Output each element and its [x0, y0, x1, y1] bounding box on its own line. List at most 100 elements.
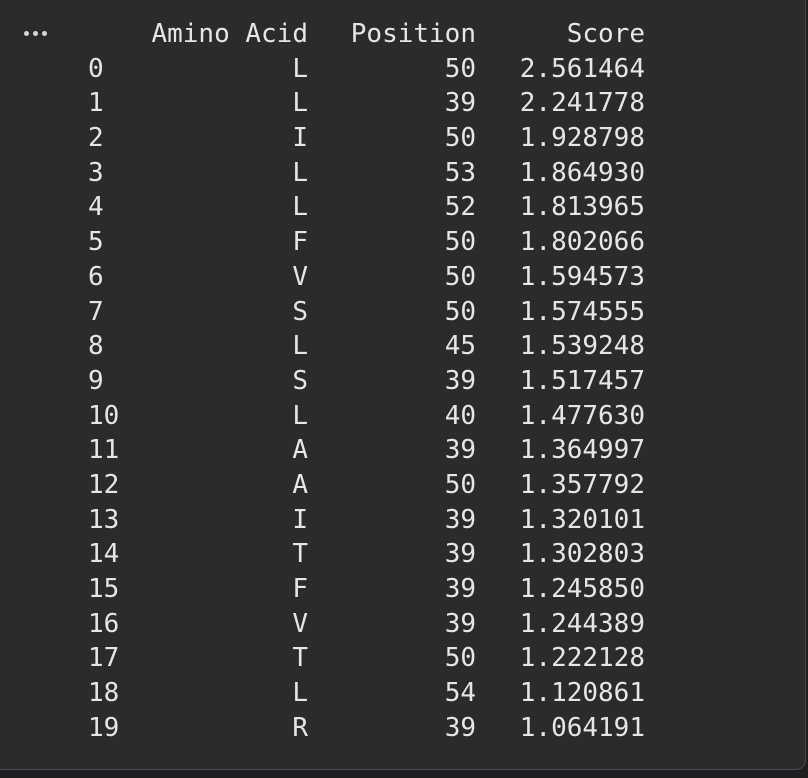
row-index: 1: [88, 88, 104, 119]
table-row: 13 I 39 1.320101: [0, 503, 645, 538]
cell-score: 2.561464: [519, 53, 645, 84]
row-index: 2: [88, 123, 104, 154]
table-row: 2 I 50 1.928798: [0, 121, 645, 156]
cell-position: 50: [444, 53, 476, 84]
cell-score: 1.320101: [519, 504, 645, 535]
cell-amino-acid: L: [292, 678, 308, 709]
cell-score: 1.244389: [519, 608, 645, 639]
cell-amino-acid: T: [292, 539, 308, 570]
cell-amino-acid: L: [292, 400, 308, 431]
cell-amino-acid: L: [292, 88, 308, 119]
table-row: 10 L 40 1.477630: [0, 399, 645, 434]
table-row: 17 T 50 1.222128: [0, 641, 645, 676]
cell-amino-acid: L: [292, 53, 308, 84]
row-index: 13: [88, 504, 120, 535]
cell-score: 1.222128: [519, 643, 645, 674]
table-row: 15 F 39 1.245850: [0, 572, 645, 607]
cell-amino-acid: R: [292, 712, 308, 743]
row-index: 10: [88, 400, 120, 431]
table-row: 14 T 39 1.302803: [0, 537, 645, 572]
row-index: 17: [88, 643, 120, 674]
cell-score: 1.120861: [519, 678, 645, 709]
table-row: 1 L 39 2.241778: [0, 86, 645, 121]
cell-amino-acid: L: [292, 192, 308, 223]
dataframe-table: Amino Acid Position Score 0 L 50 2.561464 1 L…: [0, 17, 645, 746]
cell-position: 50: [444, 469, 476, 500]
cell-amino-acid: V: [292, 608, 308, 639]
cell-amino-acid: T: [292, 643, 308, 674]
cell-amino-acid: F: [292, 227, 308, 258]
table-row: 6 V 50 1.594573: [0, 260, 645, 295]
header-position: Position: [350, 19, 476, 49]
cell-position: 50: [444, 261, 476, 292]
table-row: 4 L 52 1.813965: [0, 190, 645, 225]
cell-position: 50: [444, 643, 476, 674]
cell-position: 53: [444, 157, 476, 188]
table-row: 16 V 39 1.244389: [0, 607, 645, 642]
cell-amino-acid: S: [292, 365, 308, 396]
table-row: 11 A 39 1.364997: [0, 433, 645, 468]
cell-score: 1.357792: [519, 469, 645, 500]
table-row: 19 R 39 1.064191: [0, 711, 645, 746]
cell-score: 2.241778: [519, 88, 645, 119]
cell-position: 50: [444, 296, 476, 327]
header-score: Score: [566, 19, 645, 49]
cell-amino-acid: S: [292, 296, 308, 327]
cell-position: 45: [444, 331, 476, 362]
cell-position: 39: [444, 539, 476, 570]
cell-score: 1.928798: [519, 123, 645, 154]
table-row: 7 S 50 1.574555: [0, 295, 645, 330]
row-index: 3: [88, 157, 104, 188]
cell-score: 1.302803: [519, 539, 645, 570]
row-index: 12: [88, 469, 120, 500]
row-index: 4: [88, 192, 104, 223]
row-index: 14: [88, 539, 120, 570]
cell-score: 1.802066: [519, 227, 645, 258]
cell-position: 40: [444, 400, 476, 431]
cell-position: 39: [444, 365, 476, 396]
cell-position: 39: [444, 504, 476, 535]
cell-position: 39: [444, 574, 476, 604]
cell-amino-acid: F: [292, 574, 308, 604]
cell-score: 1.594573: [519, 261, 645, 292]
row-index: 11: [88, 435, 120, 466]
cell-amino-acid: I: [292, 123, 308, 154]
row-index: 6: [88, 261, 104, 292]
header-amino-acid: Amino Acid: [151, 19, 308, 49]
cell-position: 39: [444, 712, 476, 743]
cell-score: 1.477630: [519, 400, 645, 431]
row-index: 16: [88, 608, 120, 639]
row-index: 7: [88, 296, 104, 327]
row-index: 5: [88, 227, 104, 258]
table-row: 0 L 50 2.561464: [0, 52, 645, 87]
table-body: 0 L 50 2.561464 1 L 39 2.241778 2 I 50 1.928798 3 L 53…: [0, 52, 645, 746]
cell-position: 50: [444, 227, 476, 258]
cell-amino-acid: V: [292, 261, 308, 292]
cell-score: 1.064191: [519, 712, 645, 743]
table-header: Amino Acid Position Score: [0, 17, 645, 52]
row-index: 18: [88, 678, 120, 709]
table-row: 18 L 54 1.120861: [0, 676, 645, 711]
cell-position: 39: [444, 435, 476, 466]
cell-score: 1.864930: [519, 157, 645, 188]
cell-position: 50: [444, 123, 476, 154]
cell-amino-acid: L: [292, 331, 308, 362]
row-index: 9: [88, 365, 104, 396]
cell-score: 1.364997: [519, 435, 645, 466]
cell-position: 54: [444, 678, 476, 709]
cell-amino-acid: L: [292, 157, 308, 188]
cell-score: 1.813965: [519, 192, 645, 223]
table-row: 9 S 39 1.517457: [0, 364, 645, 399]
cell-position: 39: [444, 88, 476, 119]
row-index: 15: [88, 574, 120, 604]
cell-score: 1.517457: [519, 365, 645, 396]
cell-score: 1.574555: [519, 296, 645, 327]
cell-amino-acid: A: [292, 435, 308, 466]
row-index: 0: [88, 53, 104, 84]
row-index: 8: [88, 331, 104, 362]
row-index: 19: [88, 712, 120, 743]
cell-position: 52: [444, 192, 476, 223]
table-row: 8 L 45 1.539248: [0, 329, 645, 364]
table-row: 5 F 50 1.802066: [0, 225, 645, 260]
cell-score: 1.539248: [519, 331, 645, 362]
